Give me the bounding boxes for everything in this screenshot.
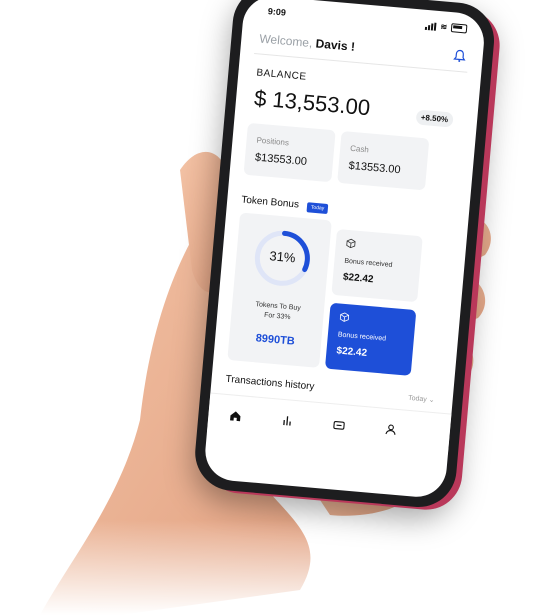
bell-icon xyxy=(453,49,466,62)
phone-frame: 9:09 ≋ Welcome, Davis ! BALANCE $ 13,553… xyxy=(192,0,498,511)
chart-icon xyxy=(283,416,291,426)
token-bonus-badge[interactable]: Today xyxy=(306,202,329,215)
balance-change-badge: +8.50% xyxy=(415,109,454,128)
cash-card[interactable]: Cash $13553.00 xyxy=(337,130,430,191)
bonus-value: $22.42 xyxy=(342,271,374,286)
nav-wallet[interactable] xyxy=(331,418,346,433)
bonus-card-active[interactable]: Bonus received $22.42 xyxy=(324,302,417,376)
bonus-label: Bonus received xyxy=(344,257,393,269)
cash-value: $13553.00 xyxy=(348,159,402,177)
signal-icon xyxy=(425,21,437,31)
user-name: Davis ! xyxy=(315,36,356,54)
wallet-icon xyxy=(333,421,345,430)
token-amount: 8990TB xyxy=(255,332,296,348)
battery-icon xyxy=(450,23,468,34)
cash-label: Cash xyxy=(349,143,370,155)
tokens-caption-line1: Tokens To Buy xyxy=(255,301,302,313)
nav-home[interactable] xyxy=(228,409,243,424)
notification-button[interactable] xyxy=(452,48,467,63)
transactions-filter[interactable]: Today ⌄ xyxy=(408,394,435,404)
profile-icon xyxy=(385,424,396,435)
balance-value: $ 13,553.00 xyxy=(253,85,372,121)
positions-card[interactable]: Positions $13553.00 xyxy=(243,122,336,183)
bonus-card[interactable]: Bonus received $22.42 xyxy=(331,228,423,303)
box-icon xyxy=(339,312,350,322)
positions-value: $13553.00 xyxy=(254,151,308,169)
wifi-icon: ≋ xyxy=(440,21,448,32)
positions-label: Positions xyxy=(256,135,290,148)
status-bar: 9:09 ≋ xyxy=(263,6,468,38)
box-icon xyxy=(346,238,356,249)
token-bonus-title: Token Bonus xyxy=(240,194,300,211)
balance-label: BALANCE xyxy=(255,67,307,83)
app-screen: 9:09 ≋ Welcome, Davis ! BALANCE $ 13,553… xyxy=(202,0,487,500)
status-time: 9:09 xyxy=(267,6,287,18)
home-icon xyxy=(230,411,241,422)
bonus-value: $22.42 xyxy=(336,345,368,360)
transactions-filter-label: Today xyxy=(407,394,428,404)
nav-profile[interactable] xyxy=(383,423,398,438)
bonus-label: Bonus received xyxy=(337,331,387,343)
greeting: Welcome, xyxy=(258,31,313,51)
welcome-text: Welcome, Davis ! xyxy=(259,31,356,53)
tokens-caption: Tokens To Buy For 33% xyxy=(231,298,324,326)
tokens-caption-line2: For 33% xyxy=(263,311,291,322)
token-progress-card[interactable]: 31% Tokens To Buy For 33% 8990TB xyxy=(227,212,332,368)
nav-stats[interactable] xyxy=(280,414,295,429)
transactions-title: Transactions history xyxy=(225,373,315,393)
phone-device: 9:09 ≋ Welcome, Davis ! BALANCE $ 13,553… xyxy=(191,0,505,525)
chevron-down-icon: ⌄ xyxy=(428,396,435,405)
